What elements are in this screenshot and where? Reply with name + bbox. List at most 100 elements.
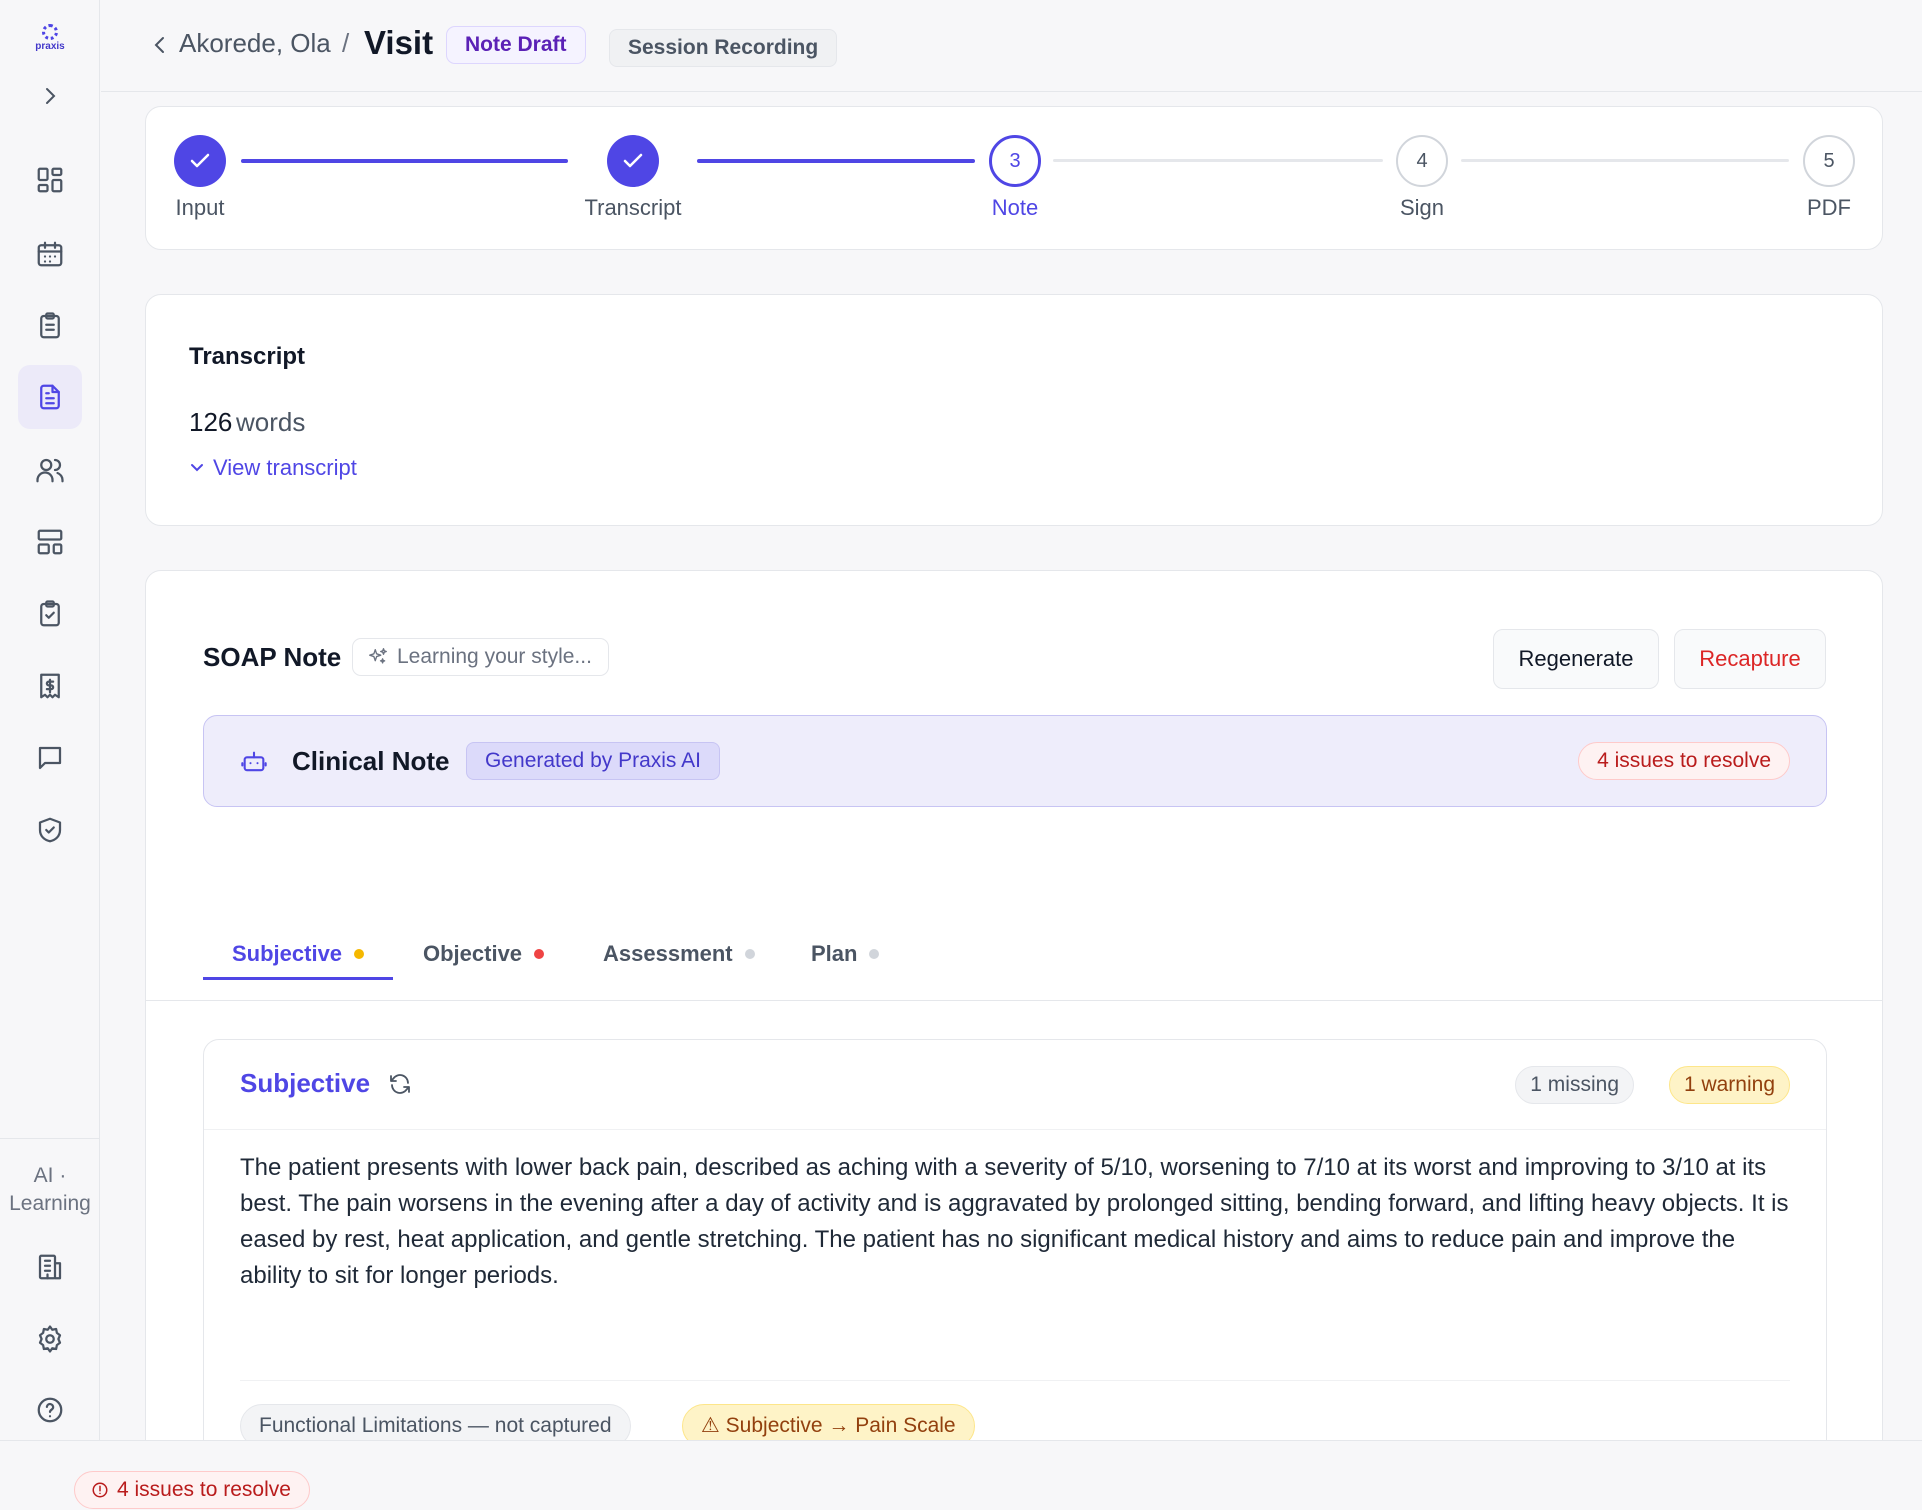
check-icon [623, 153, 643, 168]
step-connector-2 [697, 159, 975, 163]
chevron-left-icon [154, 37, 164, 53]
tab-subjective-status-dot [354, 949, 365, 959]
sidebar-item-patients[interactable] [18, 438, 82, 502]
help-circle-icon [37, 1397, 63, 1423]
tab-assessment-status-dot [744, 949, 755, 959]
tab-assessment-label: Assessment [603, 941, 733, 966]
subjective-section-header: Subjective 1 missing 1 warning [204, 1040, 1826, 1130]
sparkles-icon [369, 648, 387, 664]
regenerate-button[interactable]: Regenerate [1493, 629, 1659, 689]
breadcrumb-separator: / [342, 28, 350, 58]
tab-plan[interactable]: Plan [811, 929, 880, 1001]
step-connector-1 [241, 159, 568, 163]
users-icon [36, 458, 64, 483]
sidebar-item-dashboard[interactable] [18, 148, 82, 212]
sidebar-item-templates[interactable] [18, 510, 82, 574]
learning-style-label: Learning your style... [397, 645, 592, 668]
footer-issues-label: 4 issues to resolve [117, 1478, 291, 1501]
sidebar-item-notes[interactable] [18, 365, 82, 429]
robot-icon [241, 751, 267, 772]
footer-issues-button[interactable]: 4 issues to resolve [74, 1471, 310, 1509]
workflow-stepper: 3 4 5 Input Transcript Note Sign PDF [145, 106, 1883, 250]
building-icon [38, 1254, 62, 1280]
clinical-note-banner: Clinical Note Generated by Praxis AI 4 i… [203, 715, 1827, 807]
banner-issues-badge[interactable]: 4 issues to resolve [1578, 742, 1790, 780]
tab-plan-status-dot [869, 949, 880, 959]
soap-tabs: Subjective Objective Assessment Plan [146, 929, 1882, 1001]
regenerate-section-button[interactable] [388, 1072, 412, 1101]
layout-icon [37, 529, 63, 555]
clipboard-list-icon [40, 312, 60, 339]
transcript-word-count: 126 [189, 407, 233, 437]
sidebar-item-organization[interactable] [18, 1235, 82, 1299]
ai-learning-line2: Learning [9, 1192, 91, 1215]
step-note-circle[interactable]: 3 [989, 135, 1041, 187]
sidebar-divider [0, 1138, 100, 1139]
sidebar-item-help[interactable] [18, 1378, 82, 1442]
sidebar-item-compliance[interactable] [18, 798, 82, 862]
session-recording-badge[interactable]: Session Recording [609, 29, 838, 67]
step-sign-circle[interactable]: 4 [1396, 135, 1448, 187]
soap-note-title: SOAP Note [203, 642, 342, 672]
sidebar-item-checklist[interactable] [18, 582, 82, 646]
step-connector-4 [1461, 159, 1789, 162]
transcript-word-unit: words [236, 407, 306, 437]
step-connector-3 [1053, 159, 1383, 162]
ai-learning-line1: AI · [33, 1164, 67, 1187]
section-divider [240, 1380, 1790, 1381]
back-button[interactable] [149, 32, 171, 58]
step-pdf-label: PDF [1807, 195, 1851, 220]
step-transcript-circle[interactable] [607, 135, 659, 187]
sidebar-expand-button[interactable] [36, 82, 64, 110]
tab-objective-status-dot [534, 949, 545, 959]
recapture-button[interactable]: Recapture [1674, 629, 1826, 689]
learning-style-chip: Learning your style... [352, 638, 609, 676]
tab-objective[interactable]: Objective [423, 929, 545, 1001]
active-tab-indicator [203, 977, 393, 980]
document-icon [40, 384, 60, 410]
step-input-circle[interactable] [174, 135, 226, 187]
tab-assessment[interactable]: Assessment [603, 929, 755, 1001]
transcript-card: Transcript 126 words View transcript [145, 294, 1883, 526]
praxis-logo-mark-icon [42, 24, 58, 40]
subjective-section: Subjective 1 missing 1 warning The patie… [203, 1039, 1827, 1469]
clinical-note-title: Clinical Note [292, 746, 450, 776]
subjective-text[interactable]: The patient presents with lower back pai… [240, 1150, 1790, 1294]
chevron-right-icon [46, 88, 56, 104]
praxis-logo[interactable]: praxis [30, 24, 70, 58]
check-icon [190, 153, 210, 168]
breadcrumb-patient[interactable]: Akorede, Ola [179, 28, 331, 59]
step-input-label: Input [175, 195, 225, 220]
tab-subjective[interactable]: Subjective [232, 929, 365, 1001]
calendar-icon [37, 241, 63, 267]
sidebar: praxis AI · Learning [0, 0, 100, 1440]
generated-by-ai-badge: Generated by Praxis AI [466, 742, 720, 780]
note-draft-badge: Note Draft [446, 26, 586, 64]
chat-icon [38, 746, 62, 770]
subjective-section-title: Subjective [240, 1068, 371, 1098]
step-note-label: Note [991, 195, 1039, 220]
clipboard-check-icon [40, 600, 60, 627]
step-pdf-circle[interactable]: 5 [1803, 135, 1855, 187]
step-transcript-label: Transcript [584, 195, 682, 220]
dollar-receipt-icon [40, 673, 60, 699]
sidebar-item-messages[interactable] [18, 726, 82, 790]
chevron-down-icon [191, 464, 203, 472]
page-title: Visit [364, 24, 434, 61]
sidebar-item-billing[interactable] [18, 654, 82, 718]
logo-text: praxis [35, 41, 65, 52]
sidebar-item-calendar[interactable] [18, 222, 82, 286]
sidebar-item-settings[interactable] [18, 1307, 82, 1371]
warning-count-pill: 1 warning [1668, 1066, 1790, 1104]
tab-objective-label: Objective [423, 941, 523, 966]
page-header: Akorede, Ola / Visit Note Draft Session … [101, 0, 1922, 92]
grid-icon [37, 167, 63, 193]
transcript-title: Transcript [189, 343, 306, 370]
gear-icon [38, 1325, 62, 1353]
sidebar-item-tasks[interactable] [18, 294, 82, 358]
shield-check-icon [38, 817, 62, 843]
view-transcript-link[interactable]: View transcript [189, 455, 357, 481]
tab-subjective-label: Subjective [232, 941, 343, 966]
alert-circle-icon [92, 1482, 108, 1498]
missing-count-pill: 1 missing [1515, 1066, 1634, 1104]
